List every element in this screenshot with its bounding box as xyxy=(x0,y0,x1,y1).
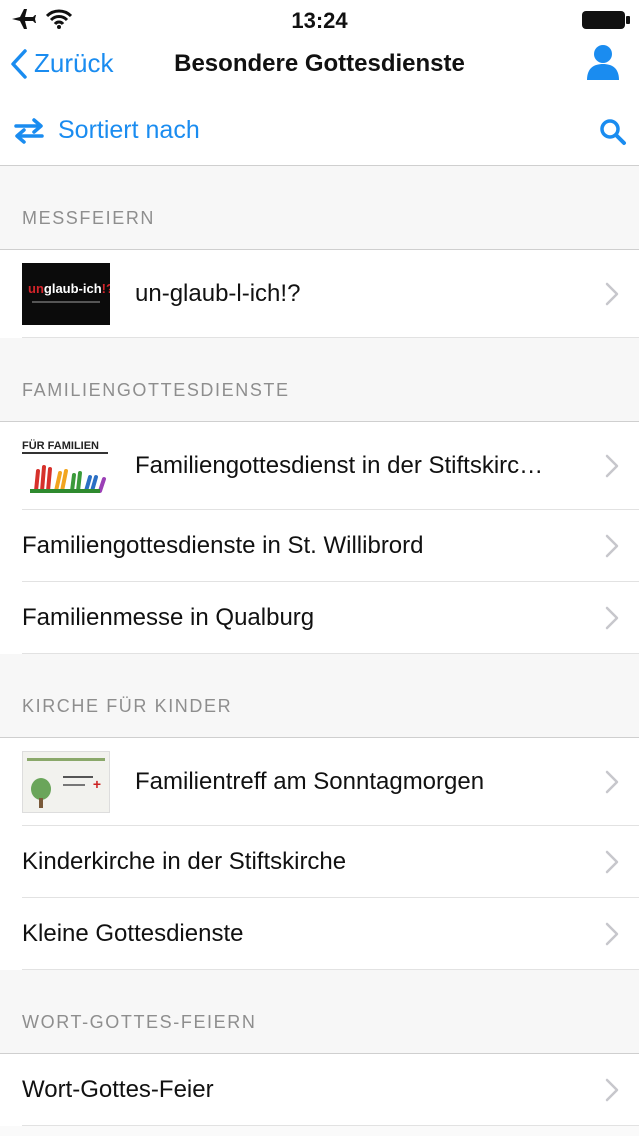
chevron-right-icon xyxy=(605,606,619,630)
list-item-label: Familienmesse in Qualburg xyxy=(22,604,315,631)
section-header-wort-gottes-feiern: WORT-GOTTES-FEIERN xyxy=(0,970,639,1054)
list-item[interactable]: Kleine Gottesdienste xyxy=(0,898,639,970)
list-item-label: Familientreff am Sonntagmorgen xyxy=(135,768,485,795)
navigation-bar: Zurück Besondere Gottesdienste xyxy=(0,40,639,92)
section-header-label: MESSFEIERN xyxy=(22,208,156,228)
search-button[interactable] xyxy=(599,118,627,151)
battery-icon xyxy=(581,10,631,35)
status-time: 13:24 xyxy=(291,8,348,33)
list-item-label: un-glaub-l-ich!? xyxy=(135,280,301,307)
section-header-familiengottesdienste: FAMILIENGOTTESDIENSTE xyxy=(0,338,639,422)
search-icon xyxy=(600,119,626,145)
page-title: Besondere Gottesdienste xyxy=(174,50,465,77)
chevron-right-icon xyxy=(605,454,619,478)
swap-arrows-icon xyxy=(14,117,44,144)
sort-button[interactable]: Sortiert nach xyxy=(12,116,200,145)
familien-thumbnail: FÜR FAMILIEN xyxy=(22,435,110,497)
section-header-label: KIRCHE FÜR KINDER xyxy=(22,696,233,716)
list-item[interactable]: Kinderkirche in der Stiftskirche xyxy=(0,826,639,898)
svg-text:unglaub-ich!?: unglaub-ich!? xyxy=(28,281,110,296)
list-item-label: Familiengottesdienste in St. Willibrord xyxy=(22,532,424,559)
familientreff-thumbnail: + xyxy=(22,751,110,813)
list-item[interactable]: Wort-Gottes-Feier xyxy=(0,1054,639,1126)
toolbar: Sortiert nach xyxy=(0,100,639,166)
list-item-label: Kinderkirche in der Stiftskirche xyxy=(22,848,347,875)
list-item[interactable]: unglaub-ich!? un-glaub-l-ich!? xyxy=(0,250,639,338)
chevron-right-icon xyxy=(605,1078,619,1102)
list-item-label: Wort-Gottes-Feier xyxy=(22,1076,214,1103)
user-icon xyxy=(587,45,619,80)
profile-button[interactable] xyxy=(585,42,621,87)
list-item-label: Kleine Gottesdienste xyxy=(22,920,244,947)
chevron-right-icon xyxy=(605,850,619,874)
status-bar: 13:24 xyxy=(0,0,639,40)
service-list: MESSFEIERN unglaub-ich!? un-glaub-l-ich!… xyxy=(0,166,639,1136)
sort-label: Sortiert nach xyxy=(58,116,200,144)
list-item[interactable]: FÜR FAMILIEN Familiengottesdienst in der… xyxy=(0,422,639,510)
section-header-messfeiern: MESSFEIERN xyxy=(0,166,639,250)
list-item[interactable]: + Familientreff am Sonntagmorgen xyxy=(0,738,639,826)
svg-text:FÜR FAMILIEN: FÜR FAMILIEN xyxy=(22,439,99,452)
list-item-label: Familiengottesdienst in der Stiftskirc… xyxy=(135,452,544,479)
list-item[interactable]: Familiengottesdienste in St. Willibrord xyxy=(0,510,639,582)
section-header-label: FAMILIENGOTTESDIENSTE xyxy=(22,380,290,400)
chevron-right-icon xyxy=(605,770,619,794)
unglaublich-thumbnail: unglaub-ich!? xyxy=(22,263,110,325)
list-item[interactable]: Familienmesse in Qualburg xyxy=(0,582,639,654)
chevron-right-icon xyxy=(605,922,619,946)
chevron-right-icon xyxy=(605,282,619,306)
section-header-kirche-fuer-kinder: KIRCHE FÜR KINDER xyxy=(0,654,639,738)
section-header-label: WORT-GOTTES-FEIERN xyxy=(22,1012,257,1032)
chevron-right-icon xyxy=(605,534,619,558)
